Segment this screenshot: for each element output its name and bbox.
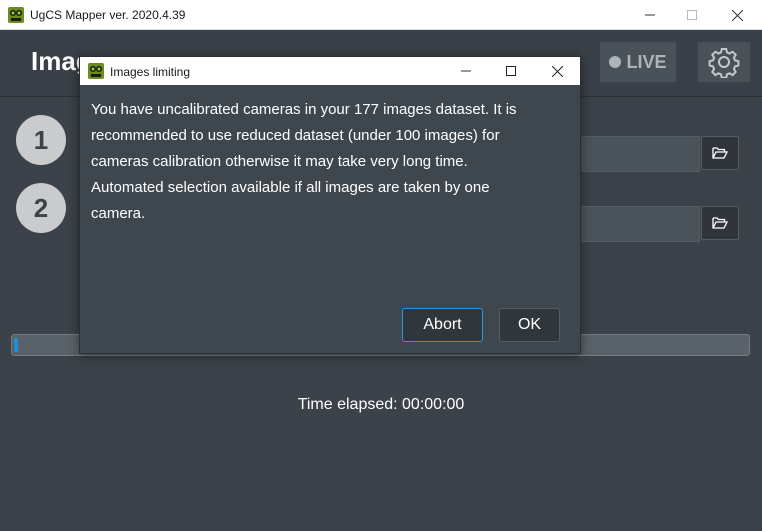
step-2-badge: 2 — [16, 183, 66, 233]
step-1-badge: 1 — [16, 115, 66, 165]
live-button[interactable]: LIVE — [599, 41, 677, 83]
dialog-minimize-button[interactable] — [443, 57, 489, 85]
settings-button[interactable] — [697, 41, 751, 83]
dialog-message-line: recommended to use reduced dataset (unde… — [91, 127, 500, 144]
dialog-maximize-button[interactable] — [488, 57, 534, 85]
images-limiting-dialog: Images limiting You have uncalibrated ca… — [79, 56, 581, 354]
step-2-browse-button[interactable] — [701, 206, 739, 240]
step-2-number: 2 — [33, 192, 49, 223]
app-logo-icon — [88, 63, 104, 79]
step-2-path-field[interactable] — [560, 206, 700, 242]
window-title: UgCS Mapper ver. 2020.4.39 — [30, 8, 186, 22]
maximize-icon — [506, 66, 516, 76]
step-1-browse-button[interactable] — [701, 136, 739, 170]
step-1-number: 1 — [33, 124, 49, 155]
window-maximize-button[interactable] — [669, 0, 715, 30]
dialog-message-line: cameras calibration otherwise it may tak… — [91, 153, 468, 170]
gear-icon — [708, 48, 740, 78]
dialog-close-button[interactable] — [534, 57, 580, 85]
step-1-path-field[interactable] — [560, 136, 700, 172]
progress-fill — [14, 338, 18, 352]
maximize-icon — [687, 10, 697, 20]
live-button-label: LIVE — [626, 51, 667, 72]
abort-button-label: Abort — [423, 316, 462, 333]
dialog-title: Images limiting — [110, 65, 191, 79]
minimize-icon — [645, 14, 655, 16]
dialog-message-line: Automated selection available if all ima… — [91, 179, 490, 196]
app-logo-icon — [8, 7, 24, 23]
close-icon — [731, 9, 743, 21]
window-close-button[interactable] — [714, 0, 760, 30]
ok-button-label: OK — [517, 316, 542, 333]
window-title-bar: UgCS Mapper ver. 2020.4.39 — [0, 0, 762, 30]
window-minimize-button[interactable] — [627, 0, 673, 30]
dialog-message-line: You have uncalibrated cameras in your 17… — [91, 101, 517, 118]
time-elapsed-label: Time elapsed: 00:00:00 — [0, 396, 762, 414]
close-icon — [551, 65, 563, 77]
dialog-title-bar: Images limiting — [80, 57, 580, 85]
dialog-message-line: camera. — [91, 205, 146, 222]
folder-open-icon — [712, 217, 728, 229]
live-indicator-icon — [609, 56, 622, 68]
time-elapsed-text: Time elapsed: 00:00:00 — [297, 396, 465, 413]
ok-button[interactable]: OK — [499, 308, 560, 342]
minimize-icon — [461, 70, 471, 72]
folder-open-icon — [712, 147, 728, 159]
abort-button[interactable]: Abort — [402, 308, 483, 342]
dialog-message: You have uncalibrated cameras in your 17… — [91, 97, 561, 227]
